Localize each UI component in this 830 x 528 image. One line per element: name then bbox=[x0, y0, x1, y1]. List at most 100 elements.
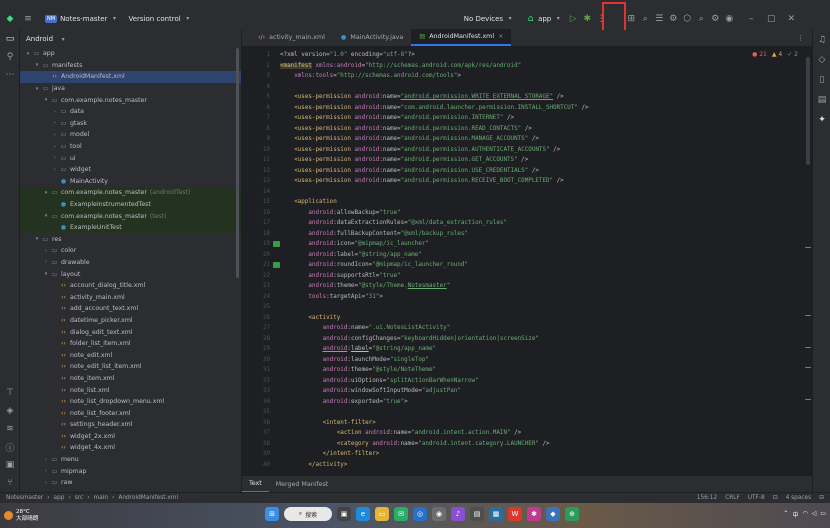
debug-icon[interactable]: ✱ bbox=[580, 12, 594, 26]
code-line[interactable]: android:theme="@style/NoteTheme" bbox=[280, 365, 800, 376]
code-line[interactable]: <uses-permission android:name="android.p… bbox=[280, 92, 800, 103]
chevron-down-icon[interactable]: ▾ bbox=[42, 271, 50, 277]
chevron-down-icon[interactable]: ▾ bbox=[33, 86, 41, 92]
tab-actions-icon[interactable]: ⋮ bbox=[797, 29, 804, 46]
chevron-right-icon[interactable]: › bbox=[42, 248, 50, 254]
tree-item[interactable]: ‹› datetime_picker.xml bbox=[20, 315, 241, 327]
tree-item[interactable]: ‹› AndroidManifest.xml bbox=[20, 71, 241, 83]
task-view-icon[interactable]: ▣ bbox=[337, 507, 351, 521]
app-icon[interactable]: ◎ bbox=[413, 507, 427, 521]
account-icon[interactable]: ◉ bbox=[722, 12, 736, 26]
tree-item[interactable]: ‹› activity_main.xml bbox=[20, 291, 241, 303]
logcat-icon[interactable]: ≋ bbox=[0, 420, 20, 438]
breadcrumb-item[interactable]: Notesmaster bbox=[6, 495, 43, 501]
gradle-icon[interactable]: ◈ bbox=[0, 402, 20, 420]
app-icon[interactable]: ▤ bbox=[470, 507, 484, 521]
memory-indicator-icon[interactable]: ⊟ bbox=[819, 495, 824, 501]
code-line[interactable]: </activity> bbox=[280, 460, 800, 471]
app-icon[interactable]: ◉ bbox=[432, 507, 446, 521]
code-line[interactable]: <uses-permission android:name="android.p… bbox=[280, 124, 800, 135]
ai-assist-icon[interactable]: ✦ bbox=[813, 110, 830, 130]
chevron-right-icon[interactable]: › bbox=[42, 259, 50, 265]
tree-item[interactable]: ▾ ▭ com.example.notes_master (test) bbox=[20, 210, 241, 222]
breadcrumb-item[interactable]: app bbox=[54, 495, 65, 501]
code-line[interactable]: android:theme="@style/Theme.Notesmaster" bbox=[280, 281, 800, 292]
problems-icon[interactable]: ⓘ bbox=[0, 438, 20, 456]
code-line[interactable]: android:launchMode="singleTop" bbox=[280, 355, 800, 366]
app-icon[interactable]: ▦ bbox=[489, 507, 503, 521]
code-line[interactable]: android:label="@string/app_name" bbox=[280, 250, 800, 261]
sdk-manager-icon[interactable]: ⬡ bbox=[680, 12, 694, 26]
code-line[interactable]: <action android:name="android.intent.act… bbox=[280, 428, 800, 439]
gutter-image-preview-icon[interactable] bbox=[273, 262, 280, 268]
tree-item[interactable]: › ▭ widget bbox=[20, 164, 241, 176]
git-icon[interactable]: ⑂ bbox=[0, 474, 20, 492]
weather-widget[interactable]: 28°C 大部晴朗 bbox=[0, 509, 38, 522]
tree-item[interactable]: ▾ ▭ manifests bbox=[20, 60, 241, 72]
device-manager-icon[interactable]: ⊞ bbox=[624, 12, 638, 26]
tree-item[interactable]: › ▭ raw bbox=[20, 477, 241, 489]
editor-tab[interactable]: ▤ AndroidManifest.xml × bbox=[411, 29, 512, 46]
chevron-right-icon[interactable]: › bbox=[51, 132, 59, 138]
tree-item[interactable]: ‹› note_list.xml bbox=[20, 384, 241, 396]
chevron-down-icon[interactable]: ▾ bbox=[42, 97, 50, 103]
line-separator[interactable]: CRLF bbox=[725, 495, 740, 501]
tree-item[interactable]: ‹› dialog_edit_text.xml bbox=[20, 326, 241, 338]
code-line[interactable]: android:windowSoftInputMode="adjustPan" bbox=[280, 386, 800, 397]
code-area[interactable]: <?xml version="1.0" encoding="utf-8"?> <m… bbox=[280, 50, 800, 470]
tree-item[interactable]: › ▭ tool bbox=[20, 141, 241, 153]
chevron-right-icon[interactable]: › bbox=[51, 167, 59, 173]
code-line[interactable]: android:dataExtractionRules="@xml/data_e… bbox=[280, 218, 800, 229]
tree-item[interactable]: ‹› note_edit_list_item.xml bbox=[20, 361, 241, 373]
app-icon[interactable]: ✱ bbox=[527, 507, 541, 521]
tree-item[interactable]: ‹› note_item.xml bbox=[20, 373, 241, 385]
code-line[interactable]: <uses-permission android:name="android.p… bbox=[280, 145, 800, 156]
code-line[interactable]: android:roundIcon="@mipmap/ic_launcher_r… bbox=[280, 260, 800, 271]
tree-item[interactable]: ▾ ▭ com.example.notes_master bbox=[20, 94, 241, 106]
build-variants-icon[interactable]: ⊤ bbox=[0, 384, 20, 402]
version-control-menu[interactable]: Version control ▾ bbox=[129, 12, 192, 26]
tree-item[interactable]: ▾ ▭ java bbox=[20, 83, 241, 95]
system-tray[interactable]: ⌃ 中 ◠ ◁ ▭ bbox=[783, 510, 826, 519]
code-line[interactable]: android:exported="true"> bbox=[280, 397, 800, 408]
tree-item[interactable]: › ▭ data bbox=[20, 106, 241, 118]
tray-chevron-icon[interactable]: ⌃ bbox=[783, 510, 788, 519]
readonly-lock-icon[interactable]: ⊡ bbox=[773, 495, 778, 501]
chevron-right-icon[interactable]: › bbox=[51, 120, 59, 126]
file-encoding[interactable]: UTF-8 bbox=[748, 495, 765, 501]
app-inspection-icon[interactable]: ⌕ bbox=[638, 12, 652, 26]
tree-item[interactable]: ● MainActivity bbox=[20, 176, 241, 188]
edge-icon[interactable]: e bbox=[356, 507, 370, 521]
code-line[interactable]: xmlns:tools="http://schemas.android.com/… bbox=[280, 71, 800, 82]
minimize-icon[interactable]: – bbox=[744, 12, 758, 26]
tree-item[interactable]: › ▭ mipmap bbox=[20, 465, 241, 477]
profiler-icon[interactable]: ⚙ bbox=[666, 12, 680, 26]
manifest-view-tab[interactable]: Merged Manifest bbox=[269, 476, 336, 493]
close-icon[interactable]: ✕ bbox=[784, 12, 798, 26]
tree-item[interactable]: › ▭ color bbox=[20, 245, 241, 257]
code-line[interactable]: </intent-filter> bbox=[280, 449, 800, 460]
resource-manager-icon[interactable]: ⚲ bbox=[0, 48, 20, 66]
tree-item[interactable]: ● ExampleUnitTest bbox=[20, 221, 241, 234]
chevron-right-icon[interactable]: › bbox=[42, 480, 50, 486]
code-line[interactable]: android:name=".ui.NotesListActivity" bbox=[280, 323, 800, 334]
editor-tab[interactable]: ‹/› activity_main.xml bbox=[250, 29, 333, 46]
code-line[interactable]: <application bbox=[280, 197, 800, 208]
gutter-image-preview-icon[interactable] bbox=[273, 241, 280, 247]
tree-item[interactable]: › ▭ menu bbox=[20, 454, 241, 466]
tree-item[interactable]: ‹› folder_list_item.xml bbox=[20, 338, 241, 350]
project-selector[interactable]: NM Notes-master ▾ bbox=[45, 12, 119, 26]
layout-inspector-icon[interactable]: ☰ bbox=[652, 12, 666, 26]
device-selector[interactable]: No Devices ▾ bbox=[464, 12, 514, 26]
chevron-down-icon[interactable]: ▾ bbox=[42, 213, 50, 219]
main-menu-icon[interactable]: ≡ bbox=[21, 12, 35, 26]
tree-item[interactable]: ▾ ▭ layout bbox=[20, 268, 241, 280]
code-line[interactable]: <uses-permission android:name="android.p… bbox=[280, 176, 800, 187]
code-line[interactable] bbox=[280, 302, 800, 313]
volume-icon[interactable]: ◁ bbox=[812, 510, 817, 519]
code-line[interactable] bbox=[280, 407, 800, 418]
tree-scrollbar[interactable] bbox=[236, 48, 239, 278]
project-view-selector[interactable]: Android ▾ bbox=[20, 30, 241, 48]
running-devices-icon[interactable]: ▤ bbox=[813, 90, 830, 110]
manifest-view-tab[interactable]: Text bbox=[242, 476, 269, 493]
